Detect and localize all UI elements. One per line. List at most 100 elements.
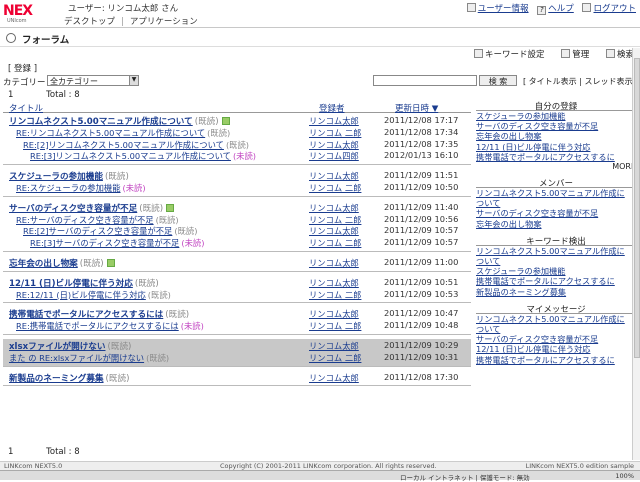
col-updated[interactable]: 更新日時 ▼ — [395, 102, 438, 114]
author-link[interactable]: リンコム 二郎 — [309, 182, 361, 194]
author-link[interactable]: リンコム太郎 — [309, 257, 359, 269]
user-info-label[interactable]: ユーザー情報 — [478, 4, 529, 14]
thread-title-link[interactable]: RE:サーバのディスク空き容量が不足 — [16, 215, 154, 225]
sidebar-item-link[interactable]: 忘年会の出し物案 — [476, 219, 542, 229]
thread-title-cell: RE:携帯電話でポータルにアクセスするには (未読) — [16, 320, 316, 332]
sidebar-item-link[interactable]: サーバのディスク空き容量が不足 — [476, 208, 598, 218]
sidebar-box-title: マイメッセージ — [476, 303, 636, 315]
sidebar-item-link[interactable]: 携帯電話でポータルにアクセスするに — [476, 152, 615, 162]
table-row[interactable]: xlsxファイルが開けない (既読) リンコム太郎 2011/12/09 10:29 — [3, 339, 471, 352]
author-link[interactable]: リンコム 二郎 — [309, 320, 361, 332]
table-row[interactable]: リンコムネクスト5.00マニュアル作成について (既読) リンコム太郎 2011/12… — [3, 114, 471, 127]
zone-status: ローカル イントラネット | 保護モード: 無効 — [400, 474, 530, 482]
logout-label[interactable]: ログアウト — [593, 4, 636, 14]
thread-title-link[interactable]: RE:[3]リンコムネクスト5.00マニュアル作成について — [30, 151, 231, 161]
nav-applications[interactable]: アプリケーション — [124, 15, 204, 27]
col-author[interactable]: 登録者 — [319, 102, 345, 114]
sidebar-item-link[interactable]: 携帯電話でポータルにアクセスするに — [476, 355, 615, 365]
thread-title-link[interactable]: RE:[2]サーバのディスク空き容量が不足 — [23, 226, 172, 236]
sidebar-item-link[interactable]: ついて — [476, 324, 500, 334]
sidebar-item-link[interactable]: 忘年会の出し物案 — [476, 131, 542, 141]
attachment-icon — [106, 258, 115, 267]
author-link[interactable]: リンコム四郎 — [309, 150, 359, 162]
sidebar-item-link[interactable]: スケジューラの参加機能 — [476, 266, 566, 276]
search-input[interactable] — [373, 75, 477, 86]
scrollbar[interactable] — [632, 48, 640, 460]
read-badge: (既読) — [155, 214, 179, 225]
sidebar-item-link[interactable]: ついて — [476, 256, 500, 266]
sidebar-item-link[interactable]: リンコムネクスト5.00マニュアル作成に — [476, 314, 625, 324]
thread-title-cell: RE:スケジューラの参加機能 (未読) — [16, 182, 316, 194]
sidebar-item-link[interactable]: スケジューラの参加機能 — [476, 111, 566, 121]
app-logo[interactable]: NEX UNIcom — [3, 3, 49, 25]
manage-button[interactable]: 管理 — [561, 49, 589, 60]
author-link[interactable]: リンコム 二郎 — [309, 289, 361, 301]
updated-date: 2011/12/09 10:57 — [384, 237, 459, 248]
manage-icon — [561, 49, 571, 58]
logo-sub: UNIcom — [7, 18, 27, 24]
sidebar-item: サーバのディスク空き容量が不足 — [476, 208, 636, 218]
category-select[interactable]: 全カテゴリー ▼ — [47, 75, 139, 86]
pager-top: 1 Total : 8 — [8, 90, 110, 100]
nav-desktop[interactable]: デスクトップ — [58, 15, 121, 27]
thread-title-link[interactable]: 新製品のネーミング募集 — [9, 374, 104, 384]
sidebar-item-link[interactable]: サーバのディスク空き容量が不足 — [476, 334, 598, 344]
scrollbar-thumb[interactable] — [634, 58, 640, 358]
help-link[interactable]: ? ヘルプ — [537, 4, 574, 15]
read-badge: (既読) — [79, 258, 104, 269]
col-title[interactable]: タイトル — [9, 102, 43, 114]
keyword-settings-button[interactable]: キーワード設定 — [474, 49, 545, 60]
sidebar-item-link[interactable]: サーバのディスク空き容量が不足 — [476, 121, 598, 131]
thread-title-link[interactable]: また の RE:xlsxファイルが開けない — [9, 353, 144, 363]
search-button[interactable]: 検 索 — [479, 75, 517, 86]
table-row[interactable]: RE:12/11 (日)ビル停電に伴う対応 (既読) リンコム 二郎 2011/12/… — [3, 288, 471, 300]
sidebar-item-link[interactable]: 新製品のネーミング募集 — [476, 287, 566, 297]
thread-title-link[interactable]: 忘年会の出し物案 — [9, 259, 78, 269]
table-row[interactable]: RE:[2]リンコムネクスト5.00マニュアル作成について (既読) リンコム太郎 2… — [3, 138, 471, 150]
table-row[interactable]: RE:[3]リンコムネクスト5.00マニュアル作成について (未読) リンコム四郎 2… — [3, 149, 471, 161]
thread-title-link[interactable]: RE:[2]リンコムネクスト5.00マニュアル作成について — [23, 140, 224, 150]
table-row[interactable]: RE:サーバのディスク空き容量が不足 (既読) リンコム 二郎 2011/12/09 … — [3, 213, 471, 225]
table-row[interactable]: RE:スケジューラの参加機能 (未読) リンコム 二郎 2011/12/09 10:5… — [3, 181, 471, 193]
table-row[interactable]: RE:リンコムネクスト5.00マニュアル作成について (既読) リンコム 二郎 201… — [3, 126, 471, 138]
author-link[interactable]: リンコム太郎 — [309, 372, 359, 384]
sidebar-item-link[interactable]: 携帯電話でポータルにアクセスするに — [476, 276, 615, 286]
sidebar-item-link[interactable]: リンコムネクスト5.00マニュアル作成に — [476, 188, 625, 198]
sidebar-item-link[interactable]: 12/11 (日)ビル停電に伴う対応 — [476, 344, 590, 354]
help-label[interactable]: ヘルプ — [548, 4, 574, 14]
sidebar-item-link[interactable]: 12/11 (日)ビル停電に伴う対応 — [476, 142, 590, 152]
logout-link[interactable]: ログアウト — [582, 3, 636, 14]
manage-label[interactable]: 管理 — [572, 50, 589, 60]
author-link[interactable]: リンコム 二郎 — [309, 352, 361, 364]
author-link[interactable]: リンコム 二郎 — [309, 237, 361, 249]
table-row[interactable]: 携帯電話でポータルにアクセスするには (既読) リンコム太郎 2011/12/09 1… — [3, 307, 471, 320]
table-row[interactable]: また の RE:xlsxファイルが開けない (既読) リンコム 二郎 2011/12/… — [3, 351, 471, 363]
page-number-bottom[interactable]: 1 — [8, 447, 13, 457]
table-row[interactable]: 新製品のネーミング募集 (既読) リンコム太郎 2011/12/08 17:30 — [3, 371, 471, 384]
page-number[interactable]: 1 — [8, 90, 13, 100]
user-info-link[interactable]: ユーザー情報 — [466, 3, 529, 14]
table-row[interactable]: 忘年会の出し物案 (既読) リンコム太郎 2011/12/09 11:00 — [3, 256, 471, 269]
chevron-down-icon[interactable]: ▼ — [129, 76, 138, 85]
search-button-top[interactable]: 検索 — [605, 49, 634, 60]
more-link[interactable]: MORE — [476, 162, 636, 171]
sidebar-item-link[interactable]: リンコムネクスト5.00マニュアル作成に — [476, 246, 625, 256]
table-row[interactable]: RE:[3]サーバのディスク空き容量が不足 (未読) リンコム 二郎 2011/12/… — [3, 236, 471, 248]
thread-title-cell: また の RE:xlsxファイルが開けない (既読) — [9, 352, 309, 364]
thread-title-link[interactable]: RE:[3]サーバのディスク空き容量が不足 — [30, 238, 179, 248]
thread-title-link[interactable]: RE:12/11 (日)ビル停電に伴う対応 — [16, 290, 146, 300]
table-row[interactable]: サーバのディスク空き容量が不足 (既読) リンコム太郎 2011/12/09 11:4… — [3, 201, 471, 214]
thread-title-link[interactable]: RE:スケジューラの参加機能 — [16, 183, 121, 193]
table-row[interactable]: 12/11 (日)ビル停電に伴う対応 (既読) リンコム太郎 2011/12/09 1… — [3, 276, 471, 289]
table-row[interactable]: スケジューラの参加機能 (既読) リンコム太郎 2011/12/09 11:51 — [3, 169, 471, 182]
sidebar-item-link[interactable]: ついて — [476, 198, 500, 208]
zoom-level[interactable]: 100% — [615, 472, 634, 480]
updated-date: 2011/12/09 11:51 — [384, 170, 459, 181]
table-row[interactable]: RE:携帯電話でポータルにアクセスするには (未読) リンコム 二郎 2011/12/… — [3, 319, 471, 331]
keyword-settings-label[interactable]: キーワード設定 — [485, 50, 545, 60]
thread-title-link[interactable]: RE:携帯電話でポータルにアクセスするには — [16, 321, 179, 331]
view-mode-links[interactable]: [ タイトル表示 | スレッド表示 ] — [523, 76, 638, 87]
table-row[interactable]: RE:[2]サーバのディスク空き容量が不足 (既読) リンコム太郎 2011/12/0… — [3, 224, 471, 236]
register-link[interactable]: [ 登録 ] — [8, 62, 37, 74]
thread-title-link[interactable]: RE:リンコムネクスト5.00マニュアル作成について — [16, 128, 205, 138]
